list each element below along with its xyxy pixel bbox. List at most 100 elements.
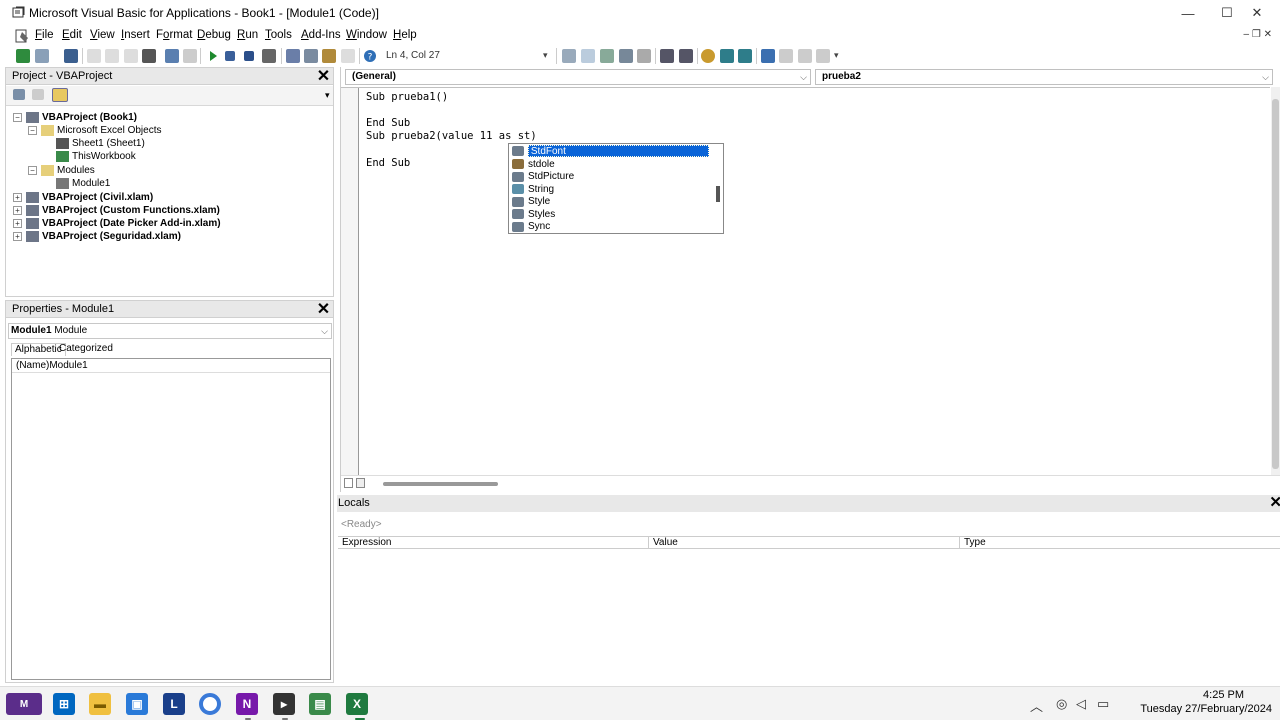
object-browser-icon[interactable] xyxy=(322,49,336,63)
project-explorer-icon[interactable] xyxy=(286,49,300,63)
scroll-down-icon[interactable]: ▾ xyxy=(325,90,330,101)
procedure-view-icon[interactable] xyxy=(344,478,353,488)
horizontal-scrollbar[interactable] xyxy=(341,475,1280,490)
scrollbar-thumb[interactable] xyxy=(716,186,720,202)
object-combo[interactable]: (General) ⌵ xyxy=(345,69,811,85)
uncomment-block-icon[interactable] xyxy=(738,49,752,63)
battery-icon[interactable]: ▭ xyxy=(1097,696,1109,712)
menu-add-ins[interactable]: Add-Ins xyxy=(301,29,341,41)
code-line[interactable]: Sub prueba1() xyxy=(366,91,448,103)
column-type[interactable]: Type xyxy=(960,537,1280,549)
autocomplete-item[interactable]: Style xyxy=(511,196,709,209)
autocomplete-item[interactable]: stdole xyxy=(511,158,709,171)
save-icon[interactable] xyxy=(64,49,78,63)
autocomplete-item[interactable]: Sync xyxy=(511,221,709,234)
close-icon[interactable]: ✕ xyxy=(1269,495,1280,511)
tree-item-vbaproject-custom-functions[interactable]: VBAProject (Custom Functions.xlam) xyxy=(26,205,220,216)
widget-icon[interactable]: M xyxy=(6,693,42,715)
start-icon[interactable]: ⊞ xyxy=(53,693,75,715)
design-mode-icon[interactable] xyxy=(262,49,276,63)
tree-item-vbaproject-seguridad[interactable]: VBAProject (Seguridad.xlam) xyxy=(26,231,181,242)
toggle-bookmark-icon[interactable] xyxy=(761,49,775,63)
list-properties-icon[interactable] xyxy=(562,49,576,63)
expander-icon[interactable]: + xyxy=(13,193,22,202)
menu-debug[interactable]: Debug xyxy=(197,29,231,41)
autocomplete-item[interactable]: StdPicture xyxy=(511,171,709,184)
code-line[interactable]: End Sub xyxy=(366,157,410,169)
onenote-icon[interactable]: N xyxy=(236,693,258,715)
menu-view[interactable]: View xyxy=(90,29,115,41)
full-module-view-icon[interactable] xyxy=(356,478,365,488)
insert-module-icon[interactable] xyxy=(35,49,49,63)
chevron-up-icon[interactable]: ︿ xyxy=(1030,696,1043,715)
clock-date[interactable]: Tuesday 27/February/2024 xyxy=(1140,703,1272,715)
copy-icon[interactable] xyxy=(105,49,119,63)
expander-icon[interactable]: + xyxy=(13,232,22,241)
code-margin[interactable] xyxy=(341,88,359,476)
vba-editor-icon[interactable]: ▸ xyxy=(273,693,295,715)
parameter-info-icon[interactable] xyxy=(619,49,633,63)
toolbar-grip-icon[interactable]: ▾ xyxy=(543,50,550,64)
reset-icon[interactable] xyxy=(244,51,254,61)
tree-item-modules[interactable]: Modules xyxy=(41,165,95,176)
code-editor[interactable]: Sub prueba1() End Sub Sub prueba2(value … xyxy=(341,87,1270,476)
scrollbar-thumb[interactable] xyxy=(383,482,498,486)
complete-word-icon[interactable] xyxy=(637,49,651,63)
toolbar-grip-2-icon[interactable]: ▾ xyxy=(834,50,841,64)
store-icon[interactable]: ▣ xyxy=(126,693,148,715)
undo-icon[interactable] xyxy=(165,49,179,63)
excel-icon[interactable]: X xyxy=(346,693,368,715)
property-row[interactable]: (Name)Module1 xyxy=(12,359,330,373)
procedure-combo[interactable]: prueba2 ⌵ xyxy=(815,69,1273,85)
autocomplete-item[interactable]: String xyxy=(511,183,709,196)
tree-item-vbaproject-date-picker[interactable]: VBAProject (Date Picker Add-in.xlam) xyxy=(26,218,221,229)
expander-icon[interactable]: − xyxy=(13,113,22,122)
expander-icon[interactable]: − xyxy=(28,166,37,175)
close-icon[interactable]: ✕ xyxy=(316,68,331,84)
cut-icon[interactable] xyxy=(87,49,101,63)
chrome-icon[interactable] xyxy=(199,693,221,715)
network-icon[interactable]: ◎ xyxy=(1056,696,1067,712)
tab-categorized[interactable]: Categorized xyxy=(59,343,113,354)
close-icon[interactable]: ✕ xyxy=(316,301,331,317)
tree-item-thisworkbook[interactable]: ThisWorkbook xyxy=(56,151,136,162)
list-constants-icon[interactable] xyxy=(581,49,595,63)
tree-item-module1[interactable]: Module1 xyxy=(56,178,110,189)
menu-help[interactable]: Help xyxy=(393,29,417,41)
clock-time[interactable]: 4:25 PM xyxy=(1203,689,1244,701)
view-excel-icon[interactable] xyxy=(16,49,30,63)
code-line[interactable]: End Sub xyxy=(366,117,410,129)
tree-item-sheet1[interactable]: Sheet1 (Sheet1) xyxy=(56,138,145,149)
mdi-window-controls[interactable]: – ❐ ✕ xyxy=(1244,29,1272,40)
menu-file[interactable]: File xyxy=(35,29,54,41)
file-explorer-icon[interactable]: ▬ xyxy=(89,693,111,715)
run-icon[interactable] xyxy=(206,49,220,63)
menu-run[interactable]: Run xyxy=(237,29,258,41)
toggle-breakpoint-icon[interactable] xyxy=(701,49,715,63)
find-icon[interactable] xyxy=(142,49,156,63)
clear-bookmarks-icon[interactable] xyxy=(816,49,830,63)
menu-window[interactable]: Window xyxy=(346,29,387,41)
next-bookmark-icon[interactable] xyxy=(779,49,793,63)
autocomplete-list[interactable]: StdFont stdole StdPicture String Style S… xyxy=(508,143,724,234)
notepad-icon[interactable]: ▤ xyxy=(309,693,331,715)
expander-icon[interactable]: + xyxy=(13,206,22,215)
indent-icon[interactable] xyxy=(660,49,674,63)
help-icon[interactable]: ? xyxy=(363,49,377,63)
previous-bookmark-icon[interactable] xyxy=(798,49,812,63)
expander-icon[interactable]: + xyxy=(13,219,22,228)
tab-alphabetic[interactable]: Alphabetic xyxy=(11,343,66,356)
volume-icon[interactable]: ◁ xyxy=(1076,696,1086,712)
menu-tools[interactable]: Tools xyxy=(265,29,292,41)
l-app-icon[interactable]: L xyxy=(163,693,185,715)
paste-icon[interactable] xyxy=(124,49,138,63)
code-line[interactable]: Sub prueba2(value 11 as st) xyxy=(366,130,537,142)
tree-item-excel-objects[interactable]: Microsoft Excel Objects xyxy=(41,125,161,136)
tree-item-vbaproject-civil[interactable]: VBAProject (Civil.xlam) xyxy=(26,192,153,203)
expander-icon[interactable]: − xyxy=(28,126,37,135)
quick-info-icon[interactable] xyxy=(600,49,614,63)
vertical-scrollbar[interactable] xyxy=(1271,87,1280,475)
view-object-icon[interactable] xyxy=(32,89,44,100)
outdent-icon[interactable] xyxy=(679,49,693,63)
close-button[interactable]: ✕ xyxy=(1234,0,1280,26)
